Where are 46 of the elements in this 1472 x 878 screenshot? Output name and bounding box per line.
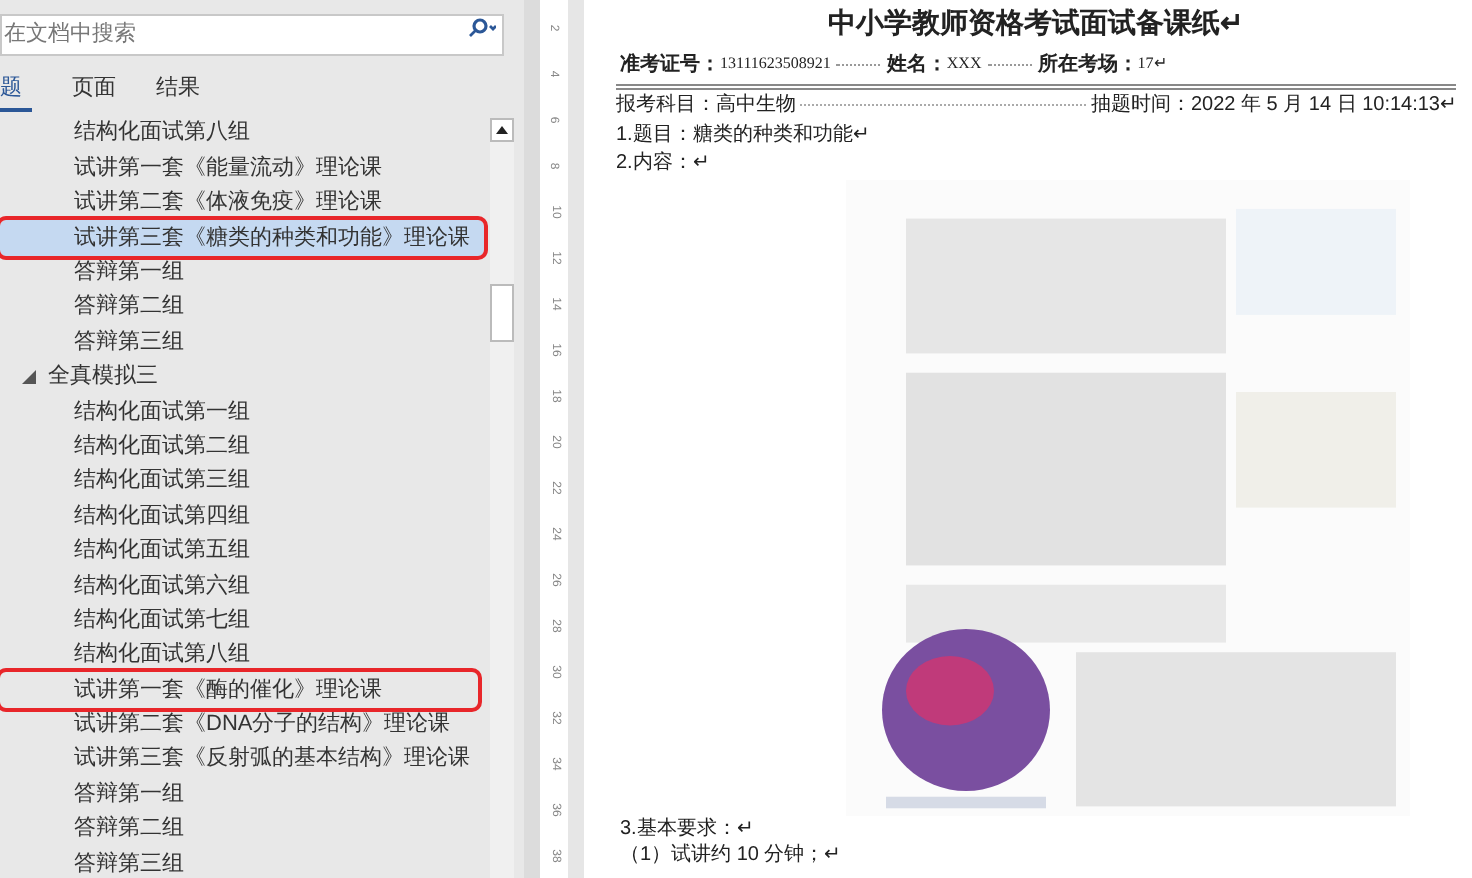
info-value: 13111623508921 bbox=[720, 52, 831, 76]
info-label: 姓名： bbox=[886, 51, 947, 79]
tree-item[interactable]: 答辩第一组 bbox=[0, 776, 478, 812]
tree-item[interactable]: 结构化面试第八组 bbox=[0, 116, 484, 151]
scroll-up-button[interactable] bbox=[490, 118, 514, 142]
tree-item[interactable]: 答辩第三组 bbox=[0, 846, 478, 878]
tree-item[interactable]: 结构化面试第七组 bbox=[0, 602, 478, 638]
scrollbar[interactable] bbox=[490, 118, 514, 878]
tree-item[interactable]: 结构化面试第一组 bbox=[0, 394, 478, 430]
info-label: 准考证号： bbox=[620, 51, 720, 79]
info-label: 所在考场： bbox=[1037, 51, 1138, 79]
subject-text: 报考科目：高中生物 bbox=[616, 91, 796, 120]
search-icon[interactable] bbox=[468, 18, 496, 38]
info-value: 17↵ bbox=[1137, 52, 1168, 76]
tree-item[interactable]: 试讲第三套《反射弧的基本结构》理论课 bbox=[0, 742, 478, 777]
document-line: （1）试讲约 10 分钟；↵ bbox=[620, 841, 841, 870]
search-field[interactable]: 在文档中搜索 bbox=[0, 13, 504, 55]
tree-item-label: 全真模拟三 bbox=[48, 361, 158, 393]
document-line: 3.基本要求：↵ bbox=[620, 815, 753, 843]
tree-item[interactable]: 结构化面试第四组 bbox=[0, 498, 478, 534]
tree-item[interactable]: 试讲第一套《能量流动》理论课 bbox=[0, 150, 484, 186]
up-arrow-icon bbox=[496, 126, 508, 134]
info-value: XXX bbox=[946, 52, 982, 76]
tree-item[interactable]: 试讲第二套《体液免疫》理论课 bbox=[0, 185, 484, 221]
tree-item[interactable]: 结构化面试第二组 bbox=[0, 429, 478, 464]
tree-item[interactable]: 全真模拟三 bbox=[0, 359, 488, 395]
tree-item[interactable]: 结构化面试第八组 bbox=[0, 637, 478, 673]
tree-item[interactable]: 结构化面试第五组 bbox=[0, 533, 478, 569]
tree-item[interactable]: 试讲第二套《DNA分子的结构》理论课 bbox=[0, 707, 478, 743]
scroll-thumb[interactable] bbox=[490, 284, 514, 342]
tree-item[interactable]: 答辩第二组 bbox=[0, 289, 484, 325]
document-title: 中小学教师资格考试面试备课纸↵ bbox=[828, 8, 1244, 44]
tree-item[interactable]: 答辩第一组 bbox=[0, 255, 484, 290]
tree-item[interactable]: 试讲第三套《糖类的种类和功能》理论课 bbox=[0, 220, 484, 256]
pane-tab[interactable]: 结果 bbox=[156, 72, 200, 112]
tree-item[interactable]: 答辩第三组 bbox=[0, 324, 484, 360]
pane-tab[interactable]: 页面 bbox=[72, 72, 116, 112]
collapse-triangle-icon[interactable] bbox=[22, 369, 36, 384]
document-line: 1.题目：糖类的种类和功能↵ bbox=[616, 121, 869, 149]
tree-item[interactable]: 结构化面试第三组 bbox=[0, 463, 478, 499]
tree-item[interactable]: 试讲第一套《酶的催化》理论课 bbox=[0, 672, 478, 708]
draw-time-text: 抽题时间：2022 年 5 月 14 日 10:14:13↵ bbox=[1090, 91, 1456, 120]
tree-item[interactable]: 结构化面试第六组 bbox=[0, 568, 478, 603]
pane-tab[interactable]: 题 bbox=[0, 72, 32, 112]
document-line: 2.内容：↵ bbox=[616, 149, 709, 177]
tree-item[interactable]: 答辩第二组 bbox=[0, 811, 478, 847]
